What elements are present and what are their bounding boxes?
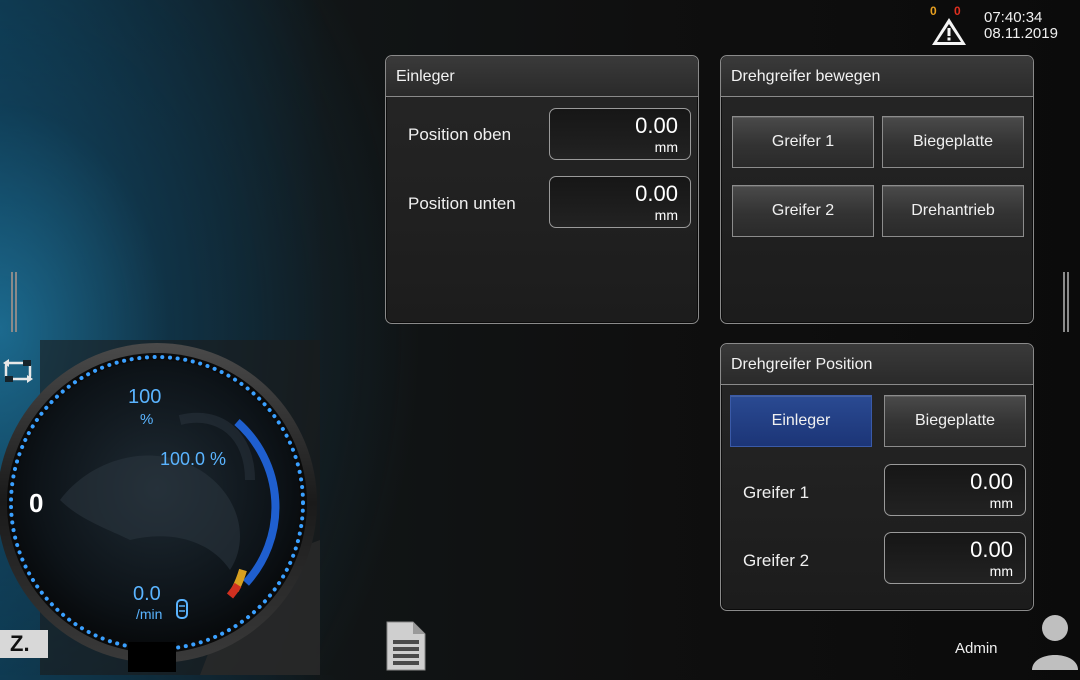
position-oben-unit: mm bbox=[654, 139, 678, 155]
right-drawer-handle[interactable] bbox=[1063, 272, 1071, 332]
drehgreifer-position-panel: Drehgreifer Position Einleger Biegeplatt… bbox=[720, 343, 1034, 611]
document-list-icon[interactable] bbox=[383, 620, 427, 672]
einleger-panel: Einleger Position oben 0.00 mm Position … bbox=[385, 55, 699, 324]
biegeplatte-move-button[interactable]: Biegeplatte bbox=[882, 116, 1024, 168]
position-unten-field[interactable]: 0.00 mm bbox=[549, 176, 691, 228]
position-unten-value: 0.00 bbox=[635, 181, 678, 206]
greifer-2-button[interactable]: Greifer 2 bbox=[732, 185, 874, 237]
position-oben-field[interactable]: 0.00 mm bbox=[549, 108, 691, 160]
override-value: 100 bbox=[128, 386, 162, 408]
center-value: 0 bbox=[29, 488, 44, 518]
biegeplatte-position-button[interactable]: Biegeplatte bbox=[884, 395, 1026, 447]
current-user-label: Admin bbox=[955, 640, 998, 657]
position-oben-value: 0.00 bbox=[635, 113, 678, 138]
warning-triangle-icon bbox=[932, 18, 966, 45]
drehantrieb-button[interactable]: Drehantrieb bbox=[882, 185, 1024, 237]
datetime-display: 07:40:34 08.11.2019 bbox=[984, 10, 1058, 42]
greifer-1-unit: mm bbox=[989, 495, 1013, 511]
einleger-position-button[interactable]: Einleger bbox=[730, 395, 872, 447]
position-unten-unit: mm bbox=[654, 207, 678, 223]
position-oben-label: Position oben bbox=[408, 125, 512, 144]
alarm-indicator[interactable]: 0 0 bbox=[928, 4, 970, 46]
spindle-gauge: 100 % 100.0 % 0 0.0 /min bbox=[0, 340, 320, 675]
greifer-1-value: 0.00 bbox=[970, 469, 1013, 494]
speed-value: 0.0 bbox=[133, 583, 161, 605]
speed-unit: /min bbox=[136, 606, 163, 622]
load-value: 100.0 % bbox=[160, 449, 227, 469]
greifer-2-value: 0.00 bbox=[970, 537, 1013, 562]
drehgreifer-bewegen-panel: Drehgreifer bewegen Greifer 1 Biegeplatt… bbox=[720, 55, 1034, 324]
greifer-2-field[interactable]: 0.00 mm bbox=[884, 532, 1026, 584]
einleger-panel-title: Einleger bbox=[386, 56, 698, 97]
brand-logo: Z. bbox=[0, 630, 48, 658]
coolant-icon bbox=[176, 599, 188, 619]
clock-date: 08.11.2019 bbox=[984, 25, 1058, 42]
override-unit: % bbox=[140, 411, 154, 428]
drehgreifer-bewegen-title: Drehgreifer bewegen bbox=[721, 56, 1033, 97]
greifer-1-label: Greifer 1 bbox=[743, 483, 810, 502]
position-unten-label: Position unten bbox=[408, 194, 516, 213]
left-drawer-handle[interactable] bbox=[11, 272, 19, 332]
greifer-2-label: Greifer 2 bbox=[743, 551, 810, 570]
drehgreifer-position-title: Drehgreifer Position bbox=[721, 344, 1033, 385]
greifer-2-unit: mm bbox=[989, 563, 1013, 579]
clock-time: 07:40:34 bbox=[984, 9, 1043, 26]
user-icon[interactable] bbox=[1030, 612, 1080, 670]
greifer-1-button[interactable]: Greifer 1 bbox=[732, 116, 874, 168]
greifer-1-field[interactable]: 0.00 mm bbox=[884, 464, 1026, 516]
